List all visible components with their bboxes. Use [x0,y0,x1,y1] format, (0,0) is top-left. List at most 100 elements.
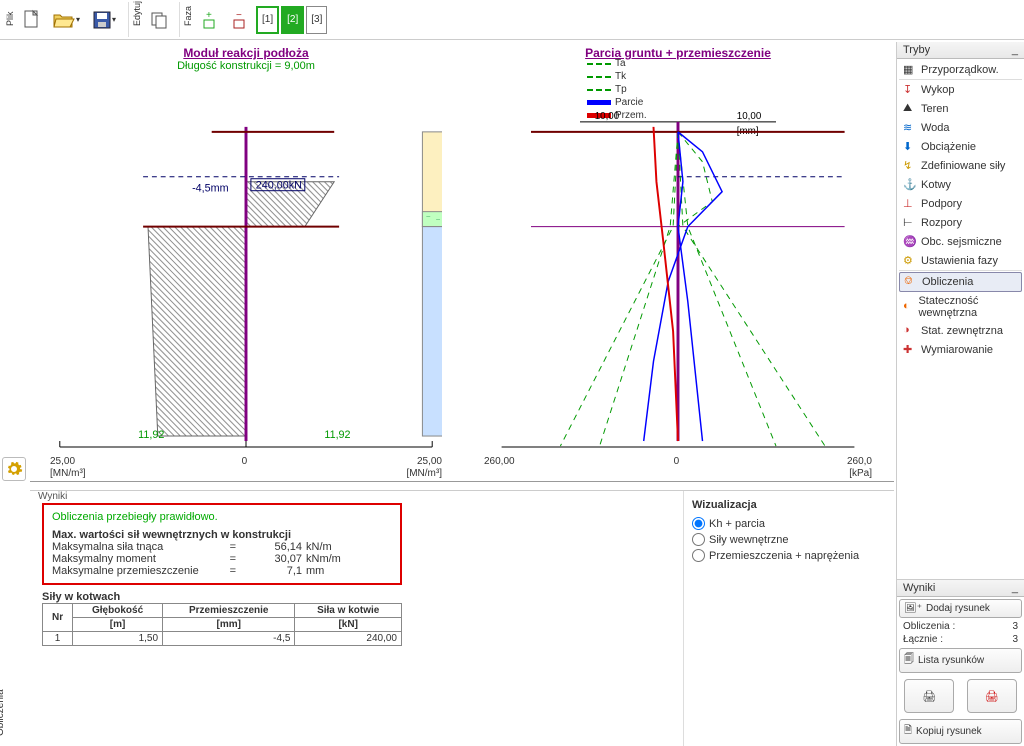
forces-icon: ↯ [903,159,917,173]
left-chart-title: Moduł reakcji podłoża [34,46,458,60]
mode-anchors[interactable]: ⚓Kotwy [899,176,1022,194]
left-chart-subtitle: Długość konstrukcji = 9,00m [34,60,458,72]
list-icon: 🗐 [904,652,914,669]
print-pdf-button[interactable]: 🖨 [967,679,1017,713]
table-row: 1 1,50 -4,5 240,00 [43,632,402,646]
assign-icon: ▦ [903,63,917,77]
mode-excavation[interactable]: ↧Wykop [899,81,1022,99]
phase-add-button[interactable]: + [196,6,224,34]
mode-struts[interactable]: ⊢Rozpory [899,214,1022,232]
right-sidebar: Tryby _ ▦Przyporządkow. ↧Wykop ⛰Teren ≋W… [896,42,1024,746]
anchor-table-title: Siły w kotwach [42,591,671,603]
viz-opt-disp[interactable]: Przemieszczenia + naprężenia [692,549,886,562]
print-button[interactable]: 🖨 [904,679,954,713]
mode-terrain[interactable]: ⛰Teren [899,100,1022,118]
file-group-label: Plik [5,14,15,26]
results-box-title: Max. wartości sił wewnętrznych w konstru… [52,529,392,541]
results-side-panel: Wyniki _ 🖼⁺Dodaj rysunek Obliczenia :3 Ł… [897,579,1024,746]
viz-title: Wizualizacja [692,499,886,511]
phase-3-button[interactable]: [3] [306,6,327,34]
visualization-panel: Wizualizacja Kh + parcia Siły wewnętrzne… [684,491,894,746]
svg-text:+: + [206,10,212,21]
svg-text:10,00: 10,00 [595,111,620,122]
svg-text:-4,5mm: -4,5mm [192,183,228,195]
mode-supports[interactable]: ⊥Podpory [899,195,1022,213]
phase-group-label: Faza [183,14,193,26]
results-panel-label: Wyniki [36,491,69,502]
modes-header: Tryby _ [897,42,1024,59]
struts-icon: ⊢ [903,216,917,230]
printer-pdf-icon: 🖨 [985,690,999,703]
right-chart-title: Parcia gruntu + przemieszczenie [466,46,890,60]
svg-text:10,00: 10,00 [737,111,762,122]
phase-1-button[interactable]: [1] [256,6,279,34]
mode-external-stability[interactable]: ◑Stat. zewnętrzna [899,322,1022,340]
add-drawing-button[interactable]: 🖼⁺Dodaj rysunek [899,599,1022,618]
charts-row: Moduł reakcji podłoża Długość konstrukcj… [30,42,894,482]
xl-zero: 0 [242,456,248,467]
anchors-icon: ⚓ [903,178,917,192]
xl-unit-r: [MN/m³] [406,468,442,479]
mode-phase-settings[interactable]: ⚙Ustawienia fazy [899,252,1022,271]
mode-forces[interactable]: ↯Zdefiniowane siły [899,157,1022,175]
xr-bpos: 260,0 [847,456,872,467]
viz-opt-forces[interactable]: Siły wewnętrzne [692,533,886,546]
collapse-icon[interactable]: _ [1012,582,1018,594]
seismic-icon: ♒ [903,235,917,249]
copy-drawing-icon: 🗎 [904,723,912,740]
save-file-button[interactable]: ▾ [86,6,122,34]
water-icon: ≋ [903,121,917,135]
phase-settings-icon: ⚙ [903,254,917,268]
calc-status: Obliczenia przebiegły prawidłowo. [52,511,392,523]
mode-assign[interactable]: ▦Przyporządkow. [899,61,1022,80]
svg-text:11,92: 11,92 [324,429,350,441]
load-icon: ⬇ [903,140,917,154]
collapse-icon[interactable]: _ [1012,44,1018,56]
printer-icon: 🖨 [922,690,936,703]
settings-gear-button[interactable] [2,457,26,481]
mode-analysis[interactable]: ⎊Obliczenia [899,272,1022,292]
right-chart: Parcia gruntu + przemieszczenie Ta Tk Tp… [462,42,894,481]
xl-pos: 25,00 [417,456,442,467]
results-side-header: Wyniki _ [897,580,1024,597]
anchor-table: Nr Głębokość Przemieszczenie Siła w kotw… [42,603,402,646]
copy-button[interactable] [145,6,173,34]
mode-seismic[interactable]: ♒Obc. sejsmiczne [899,233,1022,251]
results-text-panel: Wyniki Obliczenia przebiegły prawidłowo.… [30,491,684,746]
left-gutter: Obliczenia [2,42,28,746]
copy-drawing-button[interactable]: 🗎Kopiuj rysunek [899,719,1022,744]
top-toolbar: Plik ▾ ▾ Edytuj Faza + − [1] [2] [3] [0,0,1024,40]
mode-internal-stability[interactable]: ◐Stateczność wewnętrzna [899,293,1022,321]
mode-dimensioning[interactable]: ✚Wymiarowanie [899,341,1022,359]
mode-load[interactable]: ⬇Obciążenie [899,138,1022,156]
left-chart: Moduł reakcji podłoża Długość konstrukcj… [30,42,462,481]
svg-text:240,00kN: 240,00kN [256,180,302,192]
supports-icon: ⊥ [903,197,917,211]
xl-neg: 25,00 [50,456,75,467]
excavation-icon: ↧ [903,83,917,97]
results-panel: Wyniki Obliczenia przebiegły prawidłowo.… [30,490,894,746]
xr-bneg: 260,00 [484,456,515,467]
edit-group-label: Edytuj [132,14,142,26]
modes-list: ▦Przyporządkow. ↧Wykop ⛰Teren ≋Woda ⬇Obc… [897,59,1024,361]
add-drawing-icon: 🖼⁺ [904,603,922,614]
analysis-icon: ⎊ [904,275,918,289]
mode-water[interactable]: ≋Woda [899,119,1022,137]
svg-text:−: − [236,10,242,21]
viz-opt-kh[interactable]: Kh + parcia [692,517,886,530]
drawing-list-button[interactable]: 🗐Lista rysunków [899,648,1022,673]
xr-bzero: 0 [674,456,680,467]
ext-stab-icon: ◑ [903,324,917,338]
phase-2-button[interactable]: [2] [281,6,304,34]
phase-remove-button[interactable]: − [226,6,254,34]
int-stab-icon: ◐ [903,300,914,314]
xl-unit-l: [MN/m³] [50,468,86,479]
xr-bunit: [kPa] [849,468,872,479]
dimensioning-icon: ✚ [903,343,917,357]
terrain-icon: ⛰ [903,102,917,116]
main-content: Moduł reakcji podłoża Długość konstrukcj… [30,42,894,746]
results-summary-box: Obliczenia przebiegły prawidłowo. Max. w… [42,503,402,585]
open-file-button[interactable]: ▾ [48,6,84,34]
new-file-button[interactable] [18,6,46,34]
bottom-tab-label: Obliczenia [0,689,6,736]
